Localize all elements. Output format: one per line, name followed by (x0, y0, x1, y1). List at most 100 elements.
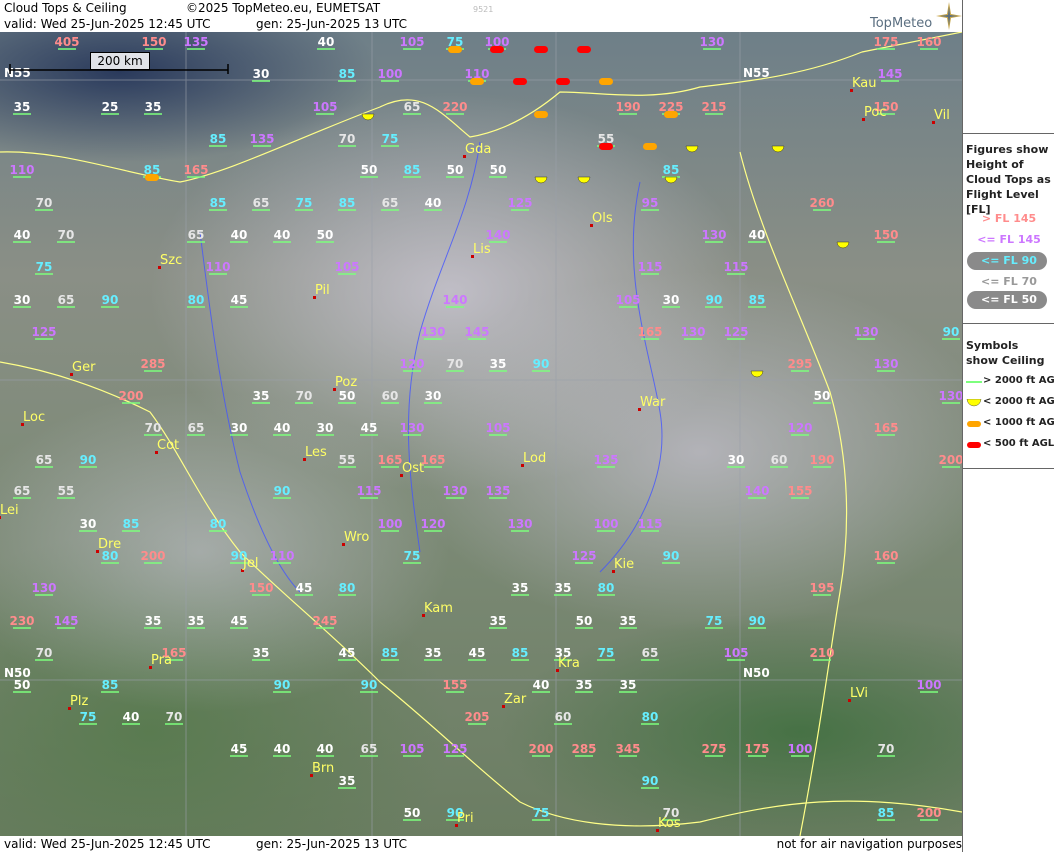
fl-value-text: 145 (464, 325, 489, 339)
fl-value-text: 150 (141, 35, 166, 49)
fl-value: 65 (360, 742, 378, 757)
fl-value: 30 (662, 293, 680, 308)
fl-value: 40 (424, 196, 442, 211)
fl-value: 105 (615, 293, 641, 308)
fl-value-text: 65 (188, 421, 205, 435)
fl-value-text: 35 (339, 774, 356, 788)
fl-value: 75 (35, 260, 53, 275)
fl-value: 115 (356, 484, 382, 499)
fl-value: 80 (597, 581, 615, 596)
fl-value-text: 80 (210, 517, 227, 531)
fl-value: 35 (252, 389, 270, 404)
fl-value: 45 (230, 742, 248, 757)
fl-value-text: 165 (377, 453, 402, 467)
fl-value-text: 70 (145, 421, 162, 435)
fl-value: 40 (748, 228, 766, 243)
fl-value-text: 50 (814, 389, 831, 403)
fl-value: 130 (31, 581, 57, 596)
fl-value-text: 85 (123, 517, 140, 531)
fl-value-text: 125 (31, 325, 56, 339)
copyright: ©2025 TopMeteo.eu, EUMETSAT (186, 1, 381, 15)
fl-value-text: 125 (442, 742, 467, 756)
fl-value-text: 100 (787, 742, 812, 756)
fl-value: 105 (723, 646, 749, 661)
fl-value-text: 30 (253, 67, 270, 81)
fl-value-text: 30 (317, 421, 334, 435)
fl-value-text: 90 (274, 484, 291, 498)
fl-value: 165 (637, 325, 663, 340)
fl-value-text: 115 (723, 260, 748, 274)
fl-value: 130 (699, 35, 725, 50)
fl-value-text: 30 (663, 293, 680, 307)
city-label: Gda (465, 142, 491, 157)
fl-value-text: 230 (9, 614, 34, 628)
fl-value: 125 (507, 196, 533, 211)
fl-value: 40 (273, 742, 291, 757)
fl-value: 50 (446, 163, 464, 178)
fl-value: 25 (101, 100, 119, 115)
fl-value-text: 120 (399, 357, 424, 371)
fl-value-text: 100 (916, 678, 941, 692)
city-label: Kie (614, 557, 634, 572)
fl-value: 35 (338, 774, 356, 789)
fl-value-text: 60 (555, 710, 572, 724)
fl-value-text: 75 (533, 806, 550, 820)
fl-value: 85 (338, 67, 356, 82)
fl-value-text: 55 (339, 453, 356, 467)
fl-value-text: 160 (873, 549, 898, 563)
fl-value-text: 120 (787, 421, 812, 435)
fl-value: 65 (187, 421, 205, 436)
fl-value: 105 (485, 421, 511, 436)
fl-value-text: 75 (598, 646, 615, 660)
fl-value: 40 (273, 421, 291, 436)
fl-value-text: 75 (382, 132, 399, 146)
fl-value-text: 90 (80, 453, 97, 467)
fl-value-text: 215 (701, 100, 726, 114)
fl-value-text: 45 (469, 646, 486, 660)
fl-value: 200 (528, 742, 554, 757)
fl-value-text: 130 (701, 228, 726, 242)
fl-value: 245 (312, 614, 338, 629)
fl-value-text: 55 (58, 484, 75, 498)
fl-value: 35 (489, 614, 507, 629)
fl-value: 125 (723, 325, 749, 340)
latitude-label: N50 (4, 666, 31, 680)
fl-value: 35 (187, 614, 205, 629)
fl-value-text: 105 (334, 260, 359, 274)
fl-value: 85 (877, 806, 895, 821)
city-label: Ols (592, 211, 613, 226)
satellite-map[interactable]: 405 150 135 40 105 75 100 130 175 160 30 85 100 110 14… (0, 32, 962, 836)
fl-value: 135 (593, 453, 619, 468)
fl-value: 40 (230, 228, 248, 243)
fl-value: 130 (701, 228, 727, 243)
latitude-label: N50 (743, 666, 770, 680)
fl-value: 35 (619, 678, 637, 693)
fl-value: 85 (662, 163, 680, 178)
fl-value: 110 (205, 260, 231, 275)
fl-value-text: 90 (749, 614, 766, 628)
fl-value: 50 (403, 806, 421, 821)
city-label: Plz (70, 694, 88, 709)
fl-value-text: 200 (938, 453, 962, 467)
fl-value: 30 (252, 67, 270, 82)
brand-star-icon (936, 2, 962, 30)
fl-value-text: 80 (188, 293, 205, 307)
fl-value-text: 25 (102, 100, 119, 114)
fl-value: 220 (442, 100, 468, 115)
fl-value-text: 35 (253, 646, 270, 660)
fl-value: 70 (877, 742, 895, 757)
city-label: LVi (850, 686, 868, 701)
fl-value: 50 (813, 389, 831, 404)
fl-value-text: 110 (9, 163, 34, 177)
fl-value: 65 (403, 100, 421, 115)
fl-value-text: 295 (787, 357, 812, 371)
city-label: Pra (151, 653, 172, 668)
legend-ceiling-below500-label: < 500 ft AGL (983, 438, 1054, 449)
fl-value-text: 135 (485, 484, 510, 498)
fl-value-text: 165 (873, 421, 898, 435)
fl-value-text: 30 (231, 421, 248, 435)
city-label: Loc (23, 410, 45, 425)
fl-value-text: 125 (723, 325, 748, 339)
fl-value-text: 45 (339, 646, 356, 660)
fl-value: 90 (532, 357, 550, 372)
